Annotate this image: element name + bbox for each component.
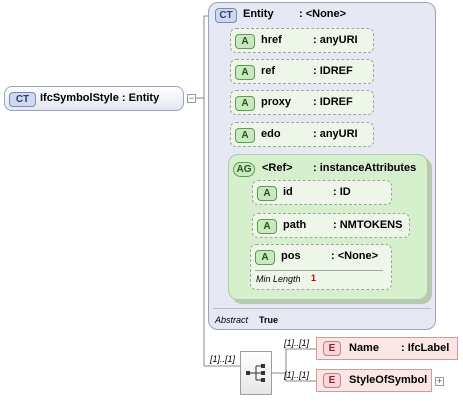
group-type: : instanceAttributes: [313, 162, 417, 174]
attribute-name: path: [283, 219, 307, 231]
abstract-value: True: [259, 315, 279, 325]
type-label: IfcSymbolStyle : Entity: [40, 92, 160, 104]
complex-type-icon: CT: [215, 8, 237, 23]
attribute-edo[interactable]: A edo : anyURI: [230, 122, 374, 147]
base-type-type: : <None>: [299, 8, 347, 20]
attribute-type: : ID: [333, 186, 351, 198]
min-length-value: 1: [311, 273, 317, 283]
min-length-label: Min Length: [256, 274, 301, 284]
attribute-name: href: [261, 34, 282, 46]
attribute-name: pos: [281, 250, 301, 262]
element-name[interactable]: E Name : IfcLabel: [316, 337, 458, 360]
sequence-cardinality: [1]..[1]: [210, 354, 236, 364]
expand-icon[interactable]: +: [435, 377, 444, 386]
attribute-icon: A: [257, 186, 277, 201]
attribute-pos[interactable]: A pos : <None> Min Length 1: [250, 244, 392, 290]
element-label: StyleOfSymbol: [349, 374, 428, 386]
sequence-icon: [246, 364, 265, 382]
element-cardinality: [1]..[1]: [284, 338, 310, 348]
attribute-path[interactable]: A path : NMTOKENS: [252, 213, 410, 238]
attribute-type: : anyURI: [313, 128, 358, 140]
element-icon: E: [323, 373, 341, 388]
attribute-type: : <None>: [331, 250, 379, 262]
attribute-name: ref: [261, 65, 276, 77]
attribute-ref[interactable]: A ref : IDREF: [230, 59, 374, 84]
attribute-type: : NMTOKENS: [333, 219, 403, 231]
attribute-name: edo: [261, 128, 281, 140]
attribute-icon: A: [235, 34, 255, 49]
element-styleofsymbol[interactable]: E StyleOfSymbol: [316, 369, 432, 392]
base-type-name: Entity: [243, 8, 274, 20]
attribute-icon: A: [235, 96, 255, 111]
divider: [255, 270, 383, 271]
attribute-name: proxy: [261, 96, 291, 108]
attribute-icon: A: [257, 219, 277, 234]
element-label: Name: [349, 342, 379, 354]
ifcsymbolstyle-type-box[interactable]: CT IfcSymbolStyle : Entity: [4, 86, 184, 111]
attribute-id[interactable]: A id : ID: [252, 180, 392, 205]
attribute-group-icon: AG: [233, 162, 255, 177]
attribute-name: id: [283, 186, 293, 198]
complex-type-icon: CT: [9, 92, 36, 107]
element-type: : IfcLabel: [401, 342, 450, 354]
attribute-icon: A: [255, 250, 275, 265]
attribute-type: : IDREF: [313, 65, 353, 77]
element-icon: E: [323, 341, 341, 356]
element-cardinality: [1]..[1]: [284, 370, 310, 380]
attribute-href[interactable]: A href : anyURI: [230, 28, 374, 53]
attribute-type: : IDREF: [313, 96, 353, 108]
attribute-proxy[interactable]: A proxy : IDREF: [230, 90, 374, 115]
attribute-icon: A: [235, 65, 255, 80]
sequence-compositor[interactable]: [240, 351, 272, 395]
abstract-label: Abstract: [215, 315, 249, 325]
attribute-type: : anyURI: [313, 34, 358, 46]
group-name: <Ref>: [262, 162, 293, 174]
attribute-icon: A: [235, 128, 255, 143]
collapse-icon[interactable]: −: [187, 94, 196, 103]
divider: [213, 308, 431, 309]
